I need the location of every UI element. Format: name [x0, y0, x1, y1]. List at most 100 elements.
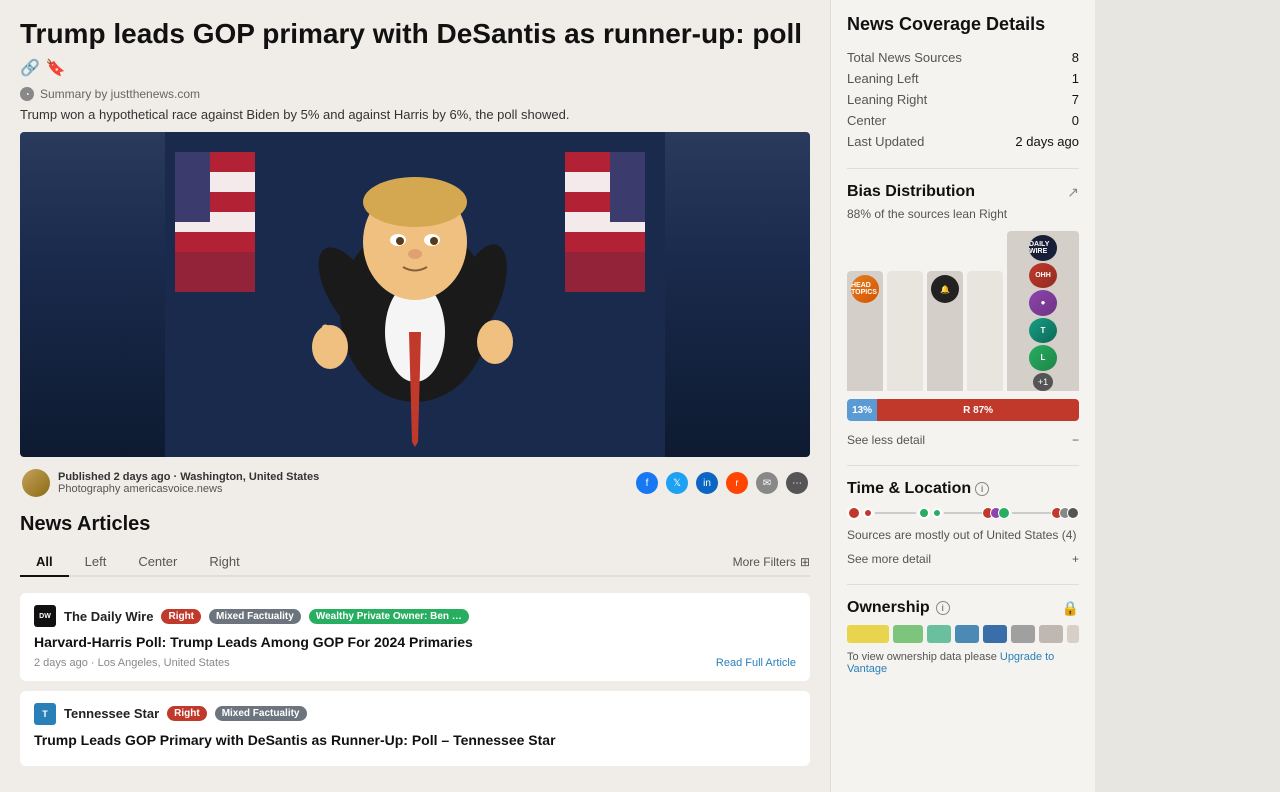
published-text: Published 2 days ago · Washington, Unite… — [58, 471, 319, 483]
article-card-1: DW The Daily Wire Right Mixed Factuality… — [20, 593, 810, 681]
reddit-share-icon[interactable]: r — [726, 472, 748, 494]
summary-label: Summary by justthenews.com — [40, 87, 200, 101]
see-less-detail-button[interactable]: See less detail − — [847, 429, 1079, 451]
ownership-title: Ownership i 🔒 — [847, 599, 1079, 617]
total-sources-value: 8 — [1072, 50, 1079, 65]
bias-bar-right: R 87% — [877, 399, 1079, 421]
filter-icon: ⊞ — [800, 555, 810, 569]
last-updated-value: 2 days ago — [1015, 134, 1079, 149]
tl-dot-cluster-2 — [1055, 507, 1079, 519]
twitter-share-icon[interactable]: 𝕏 — [666, 472, 688, 494]
bias-distribution-header: Bias Distribution ↗ — [847, 183, 1079, 201]
stats-row-total: Total News Sources 8 — [847, 47, 1079, 68]
bias-distribution-section: Bias Distribution ↗ 88% of the sources l… — [847, 183, 1079, 451]
tab-left[interactable]: Left — [69, 548, 123, 577]
source-name-2: Tennessee Star — [64, 706, 159, 721]
tl-dot-1 — [847, 506, 861, 520]
ownership-upgrade-text: To view ownership data please Upgrade to… — [847, 651, 1079, 675]
bias-subtitle: 88% of the sources lean Right — [847, 207, 1079, 221]
share-icon[interactable]: ⋯ — [786, 472, 808, 494]
ownership-text-label: To view ownership data please — [847, 651, 997, 663]
tl-line-3 — [1012, 512, 1053, 514]
see-more-label: See more detail — [847, 552, 931, 566]
time-location-section: Time & Location i Sources are mostly — [847, 480, 1079, 570]
purple-avatar: ● — [1029, 290, 1057, 316]
tl-line-2 — [944, 512, 985, 514]
article-title-text: Trump leads GOP primary with DeSantis as… — [20, 16, 802, 51]
ownership-section: Ownership i 🔒 To view ownership data ple… — [847, 599, 1079, 675]
lime-avatar: L — [1029, 345, 1057, 371]
time-location-title-text: Time & Location — [847, 480, 971, 498]
bias-chart: HEAD TOPICS 🔔 DAILY WIRE OHH ● T L +1 — [847, 231, 1079, 391]
ownership-seg-3 — [927, 625, 951, 643]
article-meta-text: Published 2 days ago · Washington, Unite… — [58, 471, 319, 495]
stats-row-updated: Last Updated 2 days ago — [847, 131, 1079, 152]
bias-bar-left: 13% — [847, 399, 877, 421]
expand-icon[interactable]: ↗ — [1067, 184, 1079, 201]
author-avatar — [22, 469, 50, 497]
ownership-seg-5 — [983, 625, 1007, 643]
center-label: Center — [847, 113, 886, 128]
main-content: Trump leads GOP primary with DeSantis as… — [0, 0, 830, 792]
daily-wire-logo: DW — [34, 605, 56, 627]
filter-tabs: All Left Center Right More Filters ⊞ — [20, 548, 810, 577]
bias-distribution-title: Bias Distribution — [847, 183, 975, 201]
ownership-seg-6 — [1011, 625, 1035, 643]
tl-dot-4 — [932, 508, 942, 518]
photography-text: Photography americasvoice.news — [58, 483, 222, 495]
link-icon[interactable]: 🔗 — [20, 59, 40, 79]
see-more-detail-button[interactable]: See more detail + — [847, 548, 1079, 570]
ownership-title-text: Ownership — [847, 599, 930, 617]
tab-all[interactable]: All — [20, 548, 69, 577]
read-full-article-1[interactable]: Read Full Article — [716, 657, 796, 669]
source-name-1: The Daily Wire — [64, 609, 153, 624]
article-card-2: T Tennessee Star Right Mixed Factuality … — [20, 691, 810, 767]
ownership-seg-1 — [847, 625, 889, 643]
teal-avatar: T — [1029, 318, 1057, 344]
notus-avatar: 🔔 — [931, 275, 959, 303]
ownership-seg-2 — [893, 625, 923, 643]
bookmark-icon[interactable]: 🔖 — [46, 59, 66, 79]
card-header-1: DW The Daily Wire Right Mixed Factuality… — [34, 605, 796, 627]
bias-col-1: HEAD TOPICS — [847, 271, 883, 391]
tl-line-1 — [875, 512, 916, 514]
article-meta-left: Published 2 days ago · Washington, Unite… — [22, 469, 319, 497]
tab-right[interactable]: Right — [193, 548, 255, 577]
card-header-2: T Tennessee Star Right Mixed Factuality — [34, 703, 796, 725]
linkedin-share-icon[interactable]: in — [696, 472, 718, 494]
owner-badge-1: Wealthy Private Owner: Ben Shapiro — [309, 609, 469, 624]
ohh-avatar: OHH — [1029, 263, 1057, 289]
article-title: Trump leads GOP primary with DeSantis as… — [20, 16, 810, 79]
bias-col-3: 🔔 — [927, 271, 963, 391]
ownership-lock-icon: 🔒 — [1062, 600, 1079, 617]
tl-timeline — [847, 506, 1079, 520]
article-image — [20, 132, 810, 457]
more-filters-button[interactable]: More Filters ⊞ — [733, 555, 810, 569]
leaning-right-value: 7 — [1072, 92, 1079, 107]
article-meta: Published 2 days ago · Washington, Unite… — [20, 469, 810, 497]
ownership-seg-8 — [1067, 625, 1079, 643]
leaning-right-label: Leaning Right — [847, 92, 927, 107]
news-articles-section: News Articles All Left Center Right More… — [20, 513, 810, 766]
ownership-seg-4 — [955, 625, 979, 643]
bias-col-5: DAILY WIRE OHH ● T L +1 — [1007, 231, 1079, 391]
summary-bar: ◔ Summary by justthenews.com — [20, 87, 810, 101]
card-timestamp-1: 2 days ago · Los Angeles, United States — [34, 657, 230, 669]
right-sidebar: News Coverage Details Total News Sources… — [830, 0, 1095, 792]
ownership-seg-7 — [1039, 625, 1063, 643]
article-description: Trump won a hypothetical race against Bi… — [20, 107, 810, 122]
email-share-icon[interactable]: ✉ — [756, 472, 778, 494]
bias-badge-2: Right — [167, 706, 207, 721]
tl-dot-3 — [918, 507, 930, 519]
total-sources-label: Total News Sources — [847, 50, 962, 65]
facebook-share-icon[interactable]: f — [636, 472, 658, 494]
bias-col-2 — [887, 271, 923, 391]
ownership-info-icon[interactable]: i — [936, 601, 950, 615]
tab-center[interactable]: Center — [122, 548, 193, 577]
card-title-1: Harvard-Harris Poll: Trump Leads Among G… — [34, 633, 796, 653]
time-location-info-icon[interactable]: i — [975, 482, 989, 496]
last-updated-label: Last Updated — [847, 134, 924, 149]
leaning-left-value: 1 — [1072, 71, 1079, 86]
more-filters-label: More Filters — [733, 555, 796, 569]
see-less-label: See less detail — [847, 433, 925, 447]
